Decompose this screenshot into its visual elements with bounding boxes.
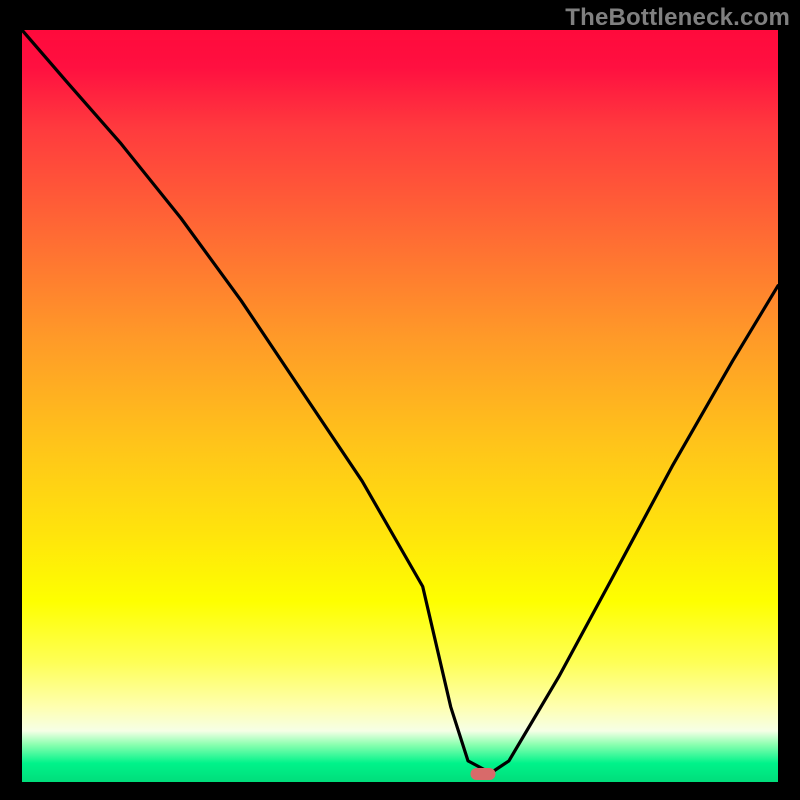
bottleneck-curve: [22, 30, 778, 782]
curve-path: [22, 30, 778, 773]
watermark-text: TheBottleneck.com: [565, 4, 790, 32]
chart-frame: TheBottleneck.com: [0, 0, 800, 800]
plot-area: [22, 30, 778, 782]
optimal-point-marker: [471, 768, 496, 780]
